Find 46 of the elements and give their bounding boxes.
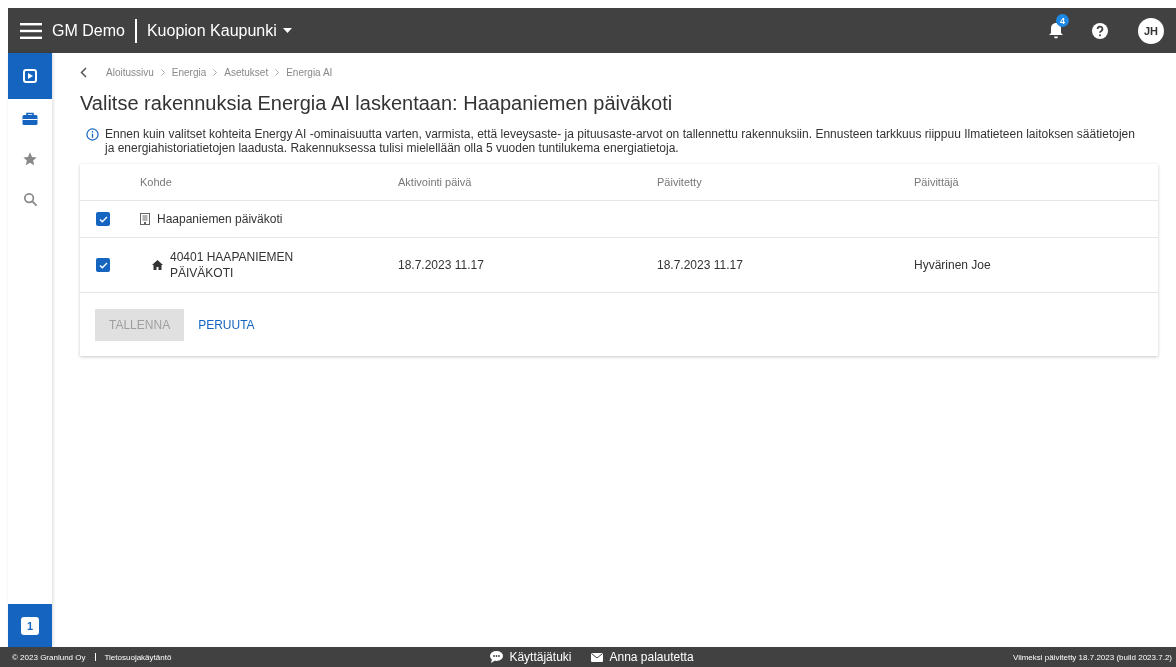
menu-icon[interactable] [20,22,42,39]
back-icon[interactable] [80,67,87,78]
privacy-link[interactable]: Tietosuojakäytäntö [104,652,172,662]
last-updated-text: Viimeksi päivitetty 18.7.2023 (build 2023.7.2) [1012,652,1172,662]
info-text: Ennen kuin valitset kohteita Energy AI -ominaisuutta varten, varmista, että leveysaste- ja pituusaste-arvot on tallennettu rakennuksiin. Ennusteen tarkkuus riippuu Ilmatieteen laitoksen säätietojen ja energiahistoriatietojen laadusta. Rakennuksessa tulisi mielellään olla 5 vuoden tuntilukema energiatietoja. [105,127,1136,155]
chevron-icon [275,69,280,76]
chat-icon [490,651,504,663]
page-title: Valitse rakennuksia Energia AI laskentaan: Haapaniemen päiväkoti [80,92,674,115]
breadcrumb-link[interactable]: Asetukset [224,67,269,78]
mail-icon [591,652,604,662]
column-header: Kohde [140,176,173,188]
star-icon [22,151,38,167]
table-cell-text: 18.7.2023 11.17 [657,258,744,272]
notification-badge: 4 [1056,14,1069,27]
breadcrumb-link[interactable]: Aloitussivu [106,67,154,78]
breadcrumb-link[interactable]: Energia AI [286,67,333,78]
user-avatar[interactable]: JH [1138,17,1164,44]
cancel-button[interactable]: PERUUTA [184,308,269,341]
table-cell-text: 40401 HAAPANIEMEN PÄIVÄKOTI [170,249,295,281]
breadcrumb-link[interactable]: Energia [171,67,207,78]
dashboard-icon [23,69,37,83]
bell-icon[interactable] [1048,22,1064,39]
house-icon [152,260,163,270]
app-name[interactable]: GM Demo [52,21,125,40]
building-icon [140,213,150,225]
column-header: Päivitetty [657,176,703,188]
feedback-link[interactable]: Anna palautetta [609,650,694,664]
chevron-icon [160,69,165,76]
info-icon [86,128,99,141]
site-selector[interactable]: Kuopion Kaupunki [146,21,292,40]
chevron-icon [213,69,218,76]
caret-icon [282,28,292,33]
support-link[interactable]: Käyttäjätuki [509,650,572,664]
help-icon[interactable] [1092,22,1108,39]
checkbox[interactable] [96,258,110,272]
column-header: Aktivointi päivä [398,176,473,188]
count-badge[interactable]: 1 [21,616,39,635]
table-cell: Haapaniemen päiväkoti [157,211,283,227]
briefcase-icon [22,112,38,126]
checkbox[interactable] [96,212,110,226]
column-header: Päivittäjä [914,176,960,188]
copyright-text: © 2023 Granlund Oy [12,652,86,662]
search-icon [22,191,38,207]
sidebar-item[interactable] [8,53,52,99]
table-cell-text: 18.7.2023 11.17 [398,258,485,272]
table-cell-text: Hyvärinen Joe [914,258,992,272]
